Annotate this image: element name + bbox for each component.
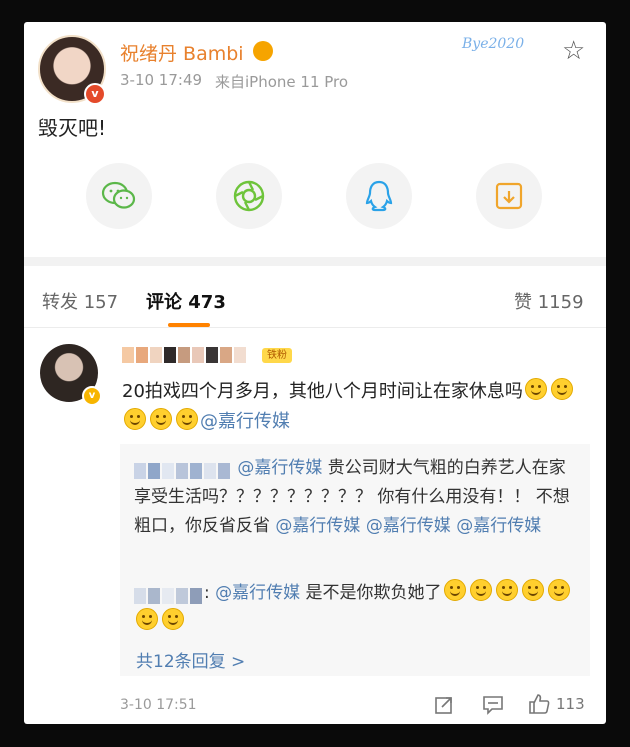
like-label: 赞: [514, 292, 532, 313]
blurred-username: [134, 460, 232, 479]
like-count: 113: [556, 695, 585, 713]
share-icon[interactable]: [434, 695, 454, 719]
mention-link[interactable]: @嘉行传媒: [275, 516, 360, 536]
more-replies-link[interactable]: 共12条回复 >: [136, 647, 245, 672]
comment-text: 20拍戏四个月多月，其他八个月时间让在家休息吗 @嘉行传媒: [122, 377, 592, 437]
qq-icon: [365, 180, 393, 212]
wechat-icon: [101, 181, 136, 209]
thumbs-up-icon: [529, 694, 550, 714]
vip-crown-icon: [253, 41, 273, 61]
commenter-name-blurred[interactable]: [122, 344, 248, 363]
smile-emoji-icon: [469, 579, 492, 601]
section-divider: [24, 257, 606, 266]
share-wechat-button[interactable]: [86, 163, 152, 229]
weibo-post-card: v 祝绪丹 Bambi 3-10 17:49 来自iPhone 11 Pro B…: [24, 22, 606, 724]
smile-emoji-icon: [150, 408, 172, 430]
tab-repost[interactable]: 转发 157: [42, 288, 118, 314]
avatar[interactable]: v: [38, 35, 106, 105]
share-qq-button[interactable]: [346, 163, 412, 229]
reply-2: : @嘉行传媒 是不是你欺负她了: [134, 579, 582, 637]
tab-comment[interactable]: 评论 473: [146, 288, 226, 314]
repost-count: 157: [83, 292, 119, 313]
smile-emoji-icon: [547, 579, 570, 601]
verified-icon: v: [84, 83, 106, 105]
save-image-icon: [495, 182, 523, 210]
verified-badge-icon: v: [82, 386, 102, 406]
star-favorite-icon[interactable]: ☆: [562, 38, 585, 64]
smile-emoji-icon: [550, 378, 573, 400]
smile-emoji-icon: [162, 608, 184, 630]
tab-bar-border: [24, 327, 606, 328]
commenter-avatar[interactable]: v: [40, 344, 102, 406]
smile-emoji-icon: [495, 579, 518, 601]
share-moments-button[interactable]: [216, 163, 282, 229]
post-source: 来自iPhone 11 Pro: [215, 73, 349, 91]
comment-icon[interactable]: [482, 695, 504, 719]
smile-emoji-icon: [176, 408, 198, 430]
post-time: 3-10 17:49: [120, 71, 203, 89]
comment-time: 3-10 17:51: [120, 697, 197, 713]
smile-emoji-icon: [521, 579, 544, 601]
mention-link[interactable]: @嘉行传媒: [215, 583, 300, 603]
reply-1: @嘉行传媒 贵公司财大气粗的白养艺人在家享受生活吗？？？？？？？？？ 你有什么用…: [134, 458, 570, 536]
fan-badge: 铁粉: [262, 348, 292, 363]
like-button[interactable]: 113: [528, 693, 585, 715]
smile-emoji-icon: [124, 408, 146, 430]
post-content: 毁灭吧!: [38, 116, 107, 140]
mention-link[interactable]: @嘉行传媒: [200, 411, 290, 432]
smile-emoji-icon: [443, 579, 466, 601]
repost-label: 转发: [42, 292, 78, 313]
mention-link[interactable]: @嘉行传媒: [237, 458, 322, 478]
like-total: 1159: [537, 292, 584, 313]
smile-emoji-icon: [524, 378, 547, 400]
blurred-username: [122, 346, 248, 363]
blurred-username: [134, 585, 204, 604]
comment-label: 评论: [146, 292, 182, 313]
moments-icon: [233, 180, 265, 212]
author-name[interactable]: 祝绪丹 Bambi: [120, 39, 244, 66]
smile-emoji-icon: [136, 608, 158, 630]
bye2020-badge: Bye2020: [462, 36, 525, 52]
tab-like[interactable]: 赞 1159: [514, 288, 584, 314]
comment-count: 473: [188, 292, 226, 313]
mention-link[interactable]: @嘉行传媒 @嘉行传媒: [366, 516, 541, 536]
save-image-button[interactable]: [476, 163, 542, 229]
